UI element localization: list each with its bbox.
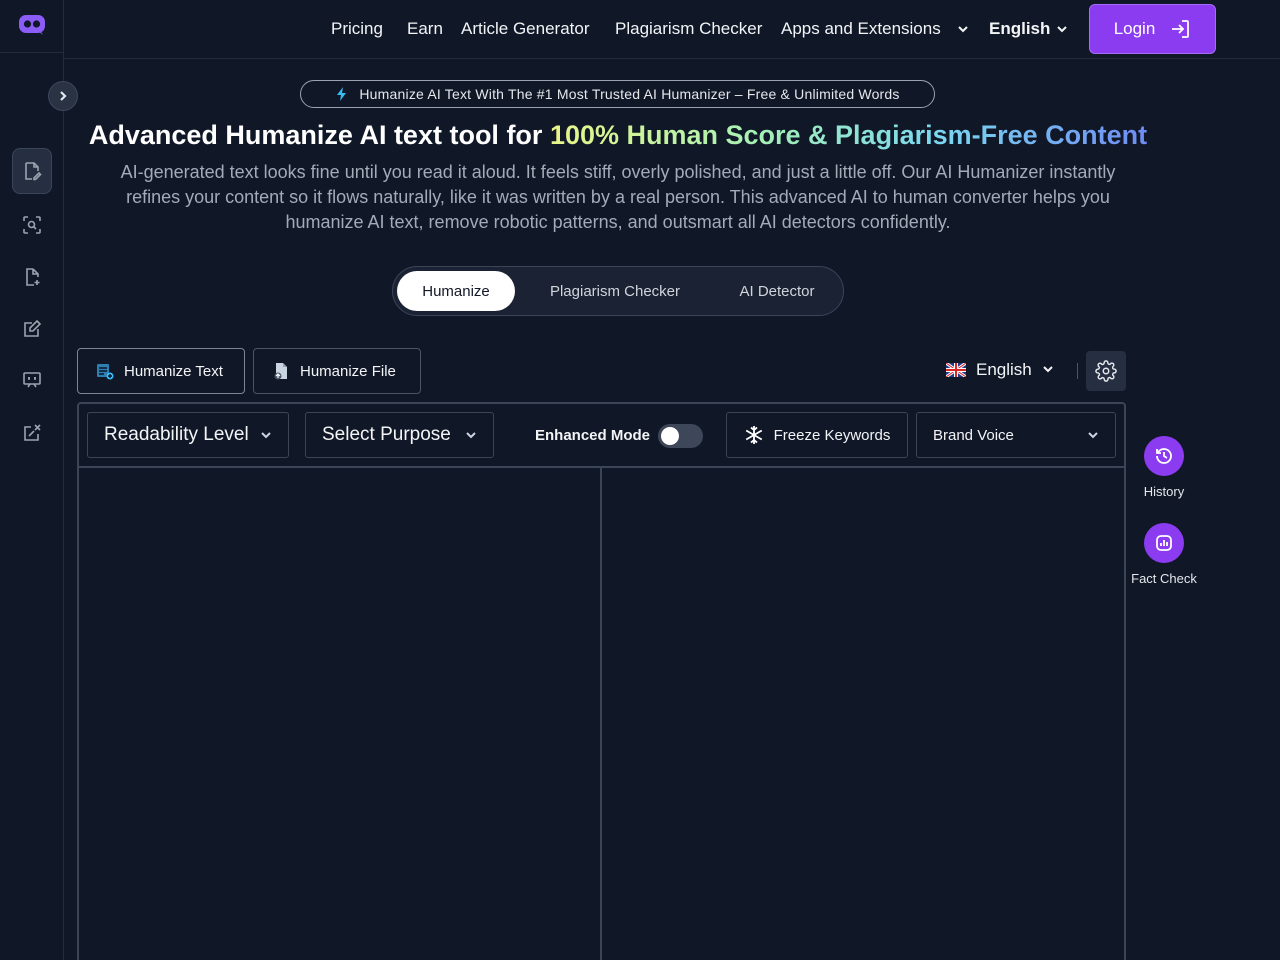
page-description: AI-generated text looks fine until you r… xyxy=(120,162,1116,232)
input-text-area[interactable] xyxy=(79,468,600,960)
sidebar-expand-button[interactable] xyxy=(48,81,78,111)
history-button[interactable] xyxy=(1144,436,1184,476)
nav-language-selector[interactable]: English xyxy=(989,19,1050,39)
snowflake-icon xyxy=(745,426,762,444)
login-button[interactable]: Login xyxy=(1089,4,1216,54)
select-purpose-dropdown[interactable]: Select Purpose xyxy=(305,412,494,458)
nav-article-generator[interactable]: Article Generator xyxy=(461,19,590,39)
mode-tabs: Humanize Plagiarism Checker AI Detector xyxy=(392,266,844,316)
brand-voice-label: Brand Voice xyxy=(933,426,1014,444)
tab-humanize[interactable]: Humanize xyxy=(397,271,515,311)
logo-icon[interactable] xyxy=(18,14,46,36)
top-navigation: Pricing Earn Article Generator Plagiaris… xyxy=(64,0,1280,59)
chevron-down-icon xyxy=(261,432,271,439)
uk-flag-icon xyxy=(946,363,966,377)
purpose-label: Select Purpose xyxy=(322,424,451,445)
pen-square-icon xyxy=(24,319,42,337)
divider xyxy=(1077,363,1078,379)
title-highlight: 100% Human Score & Plagiarism-Free Conte… xyxy=(549,120,1148,150)
chevron-down-icon xyxy=(1088,432,1098,439)
login-label: Login xyxy=(1113,19,1156,38)
output-text-area[interactable] xyxy=(602,468,1124,960)
editor-panel: Readability Level Select Purpose Enhance… xyxy=(77,402,1126,960)
rail-add-doc-icon[interactable] xyxy=(12,254,52,300)
tab-ai-detector[interactable]: AI Detector xyxy=(713,271,841,311)
edit-x-icon xyxy=(24,424,41,441)
nav-plagiarism-checker[interactable]: Plagiarism Checker xyxy=(615,19,762,39)
nav-apps-extensions[interactable]: Apps and Extensions xyxy=(781,19,941,39)
gear-icon xyxy=(1095,360,1117,382)
humanize-file-button[interactable]: Humanize File xyxy=(253,348,421,394)
logo-area xyxy=(0,0,63,53)
chevron-down-icon xyxy=(1042,360,1054,380)
scan-search-icon xyxy=(23,216,41,234)
freeze-keywords-label: Freeze Keywords xyxy=(773,426,891,444)
freeze-keywords-button[interactable]: Freeze Keywords xyxy=(726,412,908,458)
text-add-icon xyxy=(97,364,114,380)
rail-presentation-icon[interactable] xyxy=(12,357,52,403)
nav-earn[interactable]: Earn xyxy=(407,19,443,39)
rail-edit-check-icon[interactable] xyxy=(12,410,52,456)
document-edit-icon xyxy=(25,162,42,181)
nav-pricing[interactable]: Pricing xyxy=(331,19,383,39)
readability-level-dropdown[interactable]: Readability Level xyxy=(87,412,289,458)
file-upload-icon xyxy=(274,363,287,380)
login-arrow-icon xyxy=(1172,20,1190,38)
presentation-icon xyxy=(23,372,41,388)
humanize-file-label: Humanize File xyxy=(300,362,396,380)
brand-voice-dropdown[interactable]: Brand Voice xyxy=(916,412,1116,458)
humanize-text-label: Humanize Text xyxy=(124,362,223,380)
rail-humanizer-icon[interactable] xyxy=(12,148,52,194)
tab-plagiarism-checker[interactable]: Plagiarism Checker xyxy=(529,271,701,311)
left-sidebar xyxy=(0,0,64,960)
rail-writer-icon[interactable] xyxy=(12,306,52,352)
fact-check-label: Fact Check xyxy=(1131,571,1197,586)
page-title: Advanced Humanize AI text tool for 100% … xyxy=(64,120,1172,151)
lightning-icon xyxy=(337,87,347,101)
input-language-selector[interactable]: English xyxy=(946,360,1054,380)
rail-scan-icon[interactable] xyxy=(12,202,52,248)
fact-check-button[interactable] xyxy=(1144,523,1184,563)
history-label: History xyxy=(1143,484,1185,499)
enhanced-mode-label: Enhanced Mode xyxy=(535,427,651,444)
chevron-down-icon xyxy=(466,432,476,439)
enhanced-mode-toggle[interactable] xyxy=(658,424,703,448)
chevron-right-icon xyxy=(60,91,67,101)
editor-toolbar: Readability Level Select Purpose Enhance… xyxy=(79,404,1124,468)
chevron-down-icon xyxy=(956,22,970,36)
history-icon xyxy=(1156,448,1172,464)
chevron-down-icon xyxy=(1055,22,1069,36)
promo-text: Humanize AI Text With The #1 Most Truste… xyxy=(359,86,900,102)
title-plain: Advanced Humanize AI text tool for xyxy=(88,120,550,150)
input-language-label: English xyxy=(976,360,1032,379)
chart-square-icon xyxy=(1156,535,1172,551)
readability-label: Readability Level xyxy=(104,424,249,445)
settings-button[interactable] xyxy=(1086,351,1126,391)
toggle-knob xyxy=(661,427,679,445)
humanize-text-button[interactable]: Humanize Text xyxy=(77,348,245,394)
promo-banner: Humanize AI Text With The #1 Most Truste… xyxy=(300,80,935,108)
file-plus-icon xyxy=(26,268,40,286)
